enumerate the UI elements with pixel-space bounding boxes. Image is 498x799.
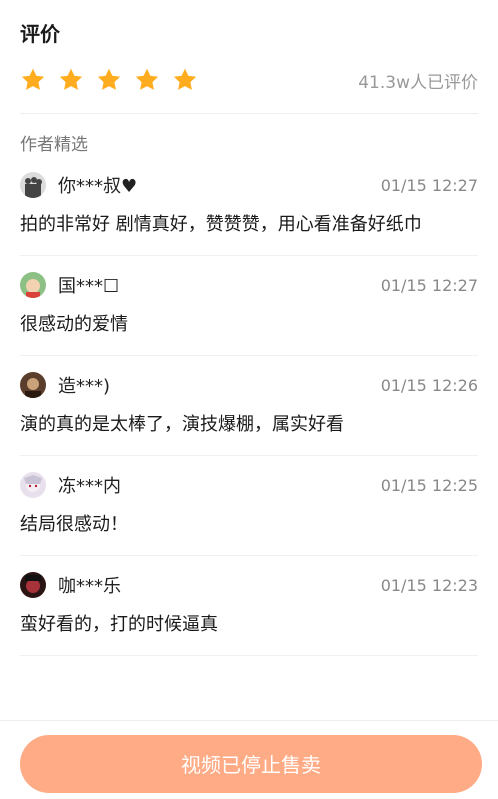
comment-text: 演的真的是太棒了，演技爆棚，属实好看 [20, 414, 344, 435]
comment-username: 冻***内 [58, 476, 121, 497]
comment-username: 造***) [58, 376, 111, 397]
avatar[interactable] [20, 172, 46, 198]
comment-text: 很感动的爱情 [20, 314, 128, 335]
star-rating [20, 67, 198, 93]
comment-item[interactable]: 你***叔♥ 01/15 12:27 拍的非常好 剧情真好，赞赞赞，用心看准备好… [20, 156, 478, 256]
comment-username: 国***☐ [58, 276, 120, 297]
bottom-bar: 视频已停止售卖 [0, 720, 498, 799]
comment-text: 蛮好看的，打的时候逼真 [20, 614, 218, 635]
section-title: 作者精选 [20, 135, 88, 155]
avatar[interactable] [20, 572, 46, 598]
comment-time: 01/15 12:27 [380, 275, 478, 295]
avatar[interactable] [20, 472, 46, 498]
review-panel: 评价 41.3w人已评价 作者精选 你***叔♥ 01/15 12:27 拍的非… [0, 0, 498, 656]
page-title: 评价 [20, 22, 60, 46]
comment-time: 01/15 12:23 [380, 575, 478, 595]
star-icon [59, 68, 83, 90]
rating-count: 41.3w人已评价 [358, 72, 478, 93]
star-icon [173, 68, 197, 90]
rating-row: 41.3w人已评价 [20, 59, 478, 101]
avatar[interactable] [20, 272, 46, 298]
comment-item[interactable]: 咖***乐 01/15 12:23 蛮好看的，打的时候逼真 [20, 556, 478, 656]
comment-time: 01/15 12:26 [380, 375, 478, 395]
comment-item[interactable]: 国***☐ 01/15 12:27 很感动的爱情 [20, 256, 478, 356]
star-icon [21, 68, 45, 90]
comment-text: 拍的非常好 剧情真好，赞赞赞，用心看准备好纸巾 [20, 214, 422, 235]
comment-username: 咖***乐 [58, 576, 121, 597]
comment-item[interactable]: 冻***内 01/15 12:25 结局很感动！ [20, 456, 478, 556]
comment-time: 01/15 12:27 [380, 175, 478, 195]
comment-item[interactable]: 造***) 01/15 12:26 演的真的是太棒了，演技爆棚，属实好看 [20, 356, 478, 456]
avatar[interactable] [20, 372, 46, 398]
comment-text: 结局很感动！ [20, 514, 128, 535]
star-icon [97, 68, 121, 90]
comment-time: 01/15 12:25 [380, 475, 478, 495]
divider [20, 113, 478, 114]
star-icon [135, 68, 159, 90]
comment-username: 你***叔♥ [58, 176, 138, 197]
purchase-button[interactable]: 视频已停止售卖 [20, 735, 482, 793]
